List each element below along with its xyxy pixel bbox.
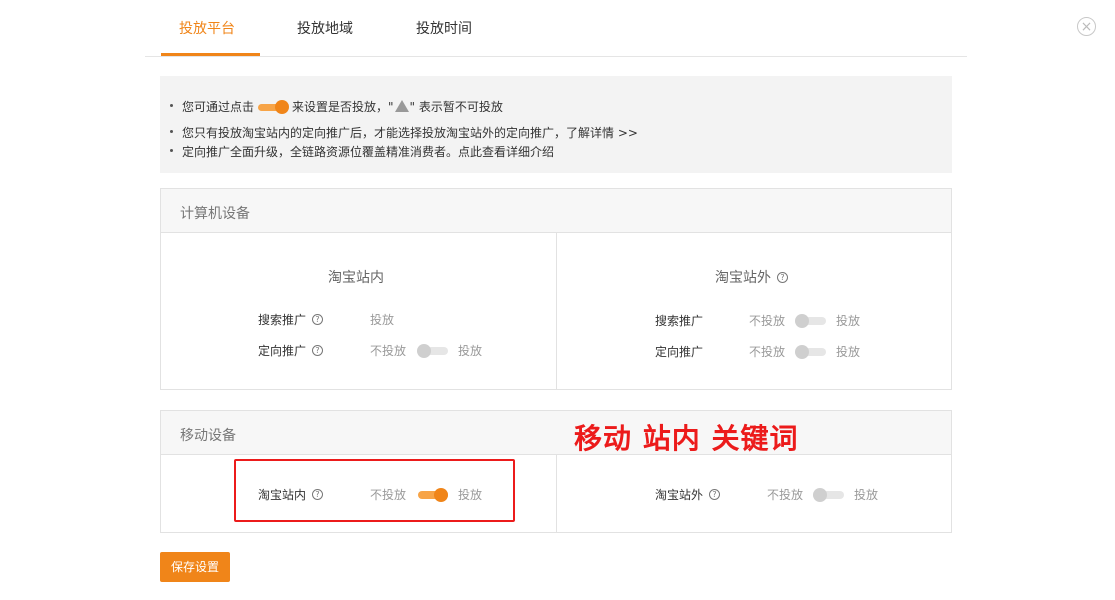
info-notice: 您可通过点击 来设置是否投放，" " 表示暂不可投放 您只有投放淘宝站内的定向推广后… [160, 76, 952, 173]
notice-line-3[interactable]: 定向推广全面升级，全链路资源位覆盖精准消费者。点此查看详细介绍 [170, 143, 554, 160]
annotation-highlight-box [234, 459, 515, 522]
column-title-outside: 淘宝站外? [715, 267, 788, 287]
row-label-search: 搜索推广 [655, 314, 704, 328]
targeted-inside-toggle[interactable] [417, 343, 449, 358]
option-off-label: 不投放 [370, 344, 407, 358]
tab-bar: 投放平台 投放地域 投放时间 × [145, 0, 1096, 57]
help-icon[interactable]: ? [312, 345, 324, 356]
option-on-label: 投放 [836, 314, 861, 328]
tab-region[interactable]: 投放地域 [297, 18, 353, 38]
bullet-icon [170, 149, 173, 152]
bullet-icon [170, 130, 173, 133]
warning-triangle-icon [394, 99, 409, 112]
computer-device-panel: 计算机设备 淘宝站内 搜索推广? 投放 定向推广? 不投放 投放 淘宝站外? 搜… [160, 188, 952, 390]
annotation-label: 移动 站内 关键词 [574, 422, 799, 455]
row-label-targeted: 定向推广 [655, 345, 704, 359]
help-icon[interactable]: ? [777, 271, 788, 283]
panel-title: 移动设备 [180, 428, 236, 444]
learn-more-link[interactable]: 了解详情 >> [566, 126, 638, 140]
help-icon[interactable]: ? [312, 314, 324, 325]
column-divider [556, 455, 557, 532]
option-off-label: 不投放 [767, 488, 804, 502]
row-label-search: 搜索推广? [258, 311, 324, 328]
save-settings-button[interactable]: 保存设置 [160, 552, 230, 582]
option-on-label: 投放 [836, 345, 861, 359]
panel-header: 移动设备 [161, 411, 951, 455]
search-outside-toggle[interactable] [795, 313, 827, 328]
toggle-on-icon [258, 99, 290, 114]
option-off-label: 不投放 [749, 314, 786, 328]
column-divider [556, 233, 557, 389]
option-on-label: 投放 [458, 344, 483, 358]
bullet-icon [170, 104, 173, 107]
column-title-inside: 淘宝站内 [328, 270, 384, 286]
tab-platform[interactable]: 投放平台 [179, 18, 235, 38]
help-icon[interactable]: ? [709, 489, 721, 500]
row-label-targeted: 定向推广? [258, 342, 324, 359]
notice-line-1: 您可通过点击 来设置是否投放，" " 表示暂不可投放 [170, 98, 503, 115]
option-off-label: 不投放 [749, 345, 786, 359]
tab-time[interactable]: 投放时间 [416, 18, 472, 38]
search-state-text: 投放 [370, 313, 395, 327]
mobile-outside-toggle[interactable] [813, 487, 845, 502]
notice-line-2: 您只有投放淘宝站内的定向推广后，才能选择投放淘宝站外的定向推广，了解详情 >> [170, 124, 638, 141]
option-on-label: 投放 [854, 488, 879, 502]
row-label-outside: 淘宝站外? [655, 486, 721, 503]
close-icon[interactable]: × [1077, 17, 1096, 36]
targeted-outside-toggle[interactable] [795, 344, 827, 359]
panel-header: 计算机设备 [161, 189, 951, 233]
active-tab-indicator [161, 53, 260, 56]
panel-title: 计算机设备 [180, 206, 250, 222]
